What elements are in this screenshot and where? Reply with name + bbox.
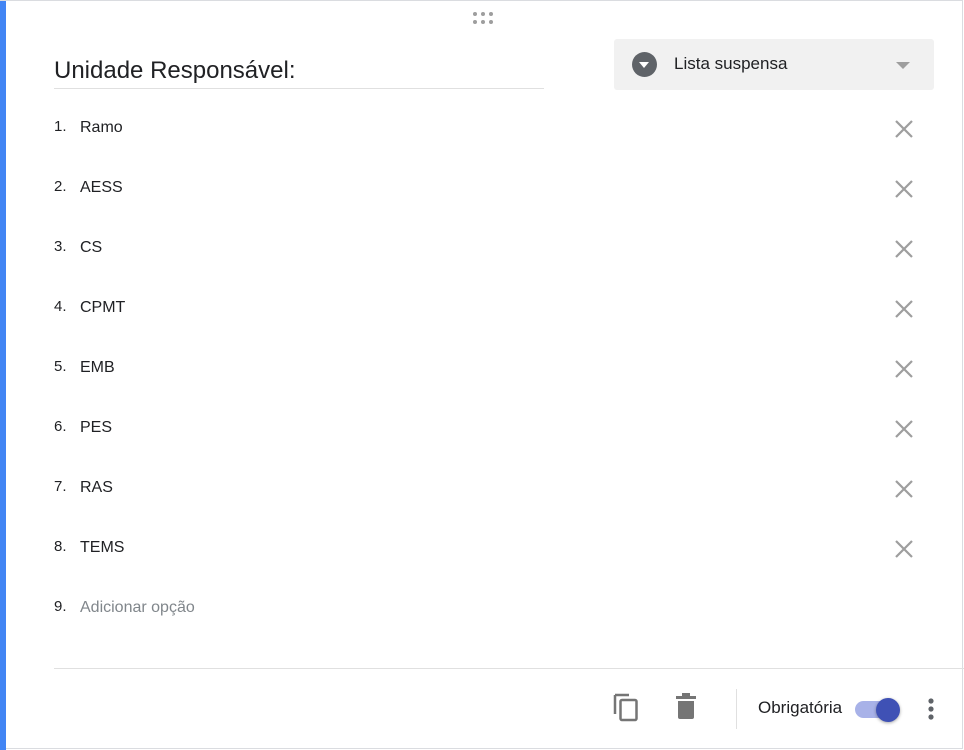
duplicate-icon[interactable] <box>612 692 640 722</box>
option-label[interactable]: CPMT <box>80 299 125 317</box>
close-icon[interactable] <box>893 538 915 560</box>
option-label[interactable]: TEMS <box>80 539 124 557</box>
question-card: Unidade Responsável: Lista suspensa 1. R… <box>0 0 964 750</box>
option-row[interactable]: 5. EMB <box>54 348 924 388</box>
close-icon[interactable] <box>893 118 915 140</box>
option-label[interactable]: Ramo <box>80 119 123 137</box>
option-number: 9. <box>54 598 67 615</box>
add-option-input[interactable]: Adicionar opção <box>80 599 195 617</box>
option-label[interactable]: RAS <box>80 479 113 497</box>
option-label[interactable]: PES <box>80 419 112 437</box>
close-icon[interactable] <box>893 418 915 440</box>
option-number: 2. <box>54 178 67 195</box>
option-row[interactable]: 7. RAS <box>54 468 924 508</box>
more-vert-icon[interactable] <box>920 695 942 723</box>
footer-separator <box>736 689 737 729</box>
question-title-input[interactable]: Unidade Responsável: <box>54 53 544 89</box>
close-icon[interactable] <box>893 358 915 380</box>
question-type-select[interactable]: Lista suspensa <box>614 39 934 90</box>
option-row[interactable]: 2. AESS <box>54 168 924 208</box>
dropdown-circle-icon <box>632 52 657 77</box>
option-number: 4. <box>54 298 67 315</box>
question-type-label: Lista suspensa <box>674 54 788 73</box>
close-icon[interactable] <box>893 178 915 200</box>
close-icon[interactable] <box>893 478 915 500</box>
option-number: 7. <box>54 478 67 495</box>
required-label: Obrigatória <box>758 698 843 717</box>
footer-divider <box>54 668 964 669</box>
option-number: 3. <box>54 238 67 255</box>
drag-handle-icon[interactable] <box>473 12 495 24</box>
option-label[interactable]: AESS <box>80 179 123 197</box>
option-number: 6. <box>54 418 67 435</box>
option-row[interactable]: 4. CPMT <box>54 288 924 328</box>
toggle-knob <box>876 698 900 722</box>
required-toggle[interactable] <box>855 698 901 722</box>
option-number: 8. <box>54 538 67 555</box>
option-number: 1. <box>54 118 67 135</box>
option-number: 5. <box>54 358 67 375</box>
option-row[interactable]: 8. TEMS <box>54 528 924 568</box>
close-icon[interactable] <box>893 298 915 320</box>
add-option-row[interactable]: 9. Adicionar opção <box>54 588 924 628</box>
option-label[interactable]: EMB <box>80 359 115 377</box>
option-row[interactable]: 6. PES <box>54 408 924 448</box>
chevron-down-icon <box>896 62 910 69</box>
option-label[interactable]: CS <box>80 239 102 257</box>
delete-icon[interactable] <box>675 693 697 720</box>
active-card-indicator <box>0 1 6 750</box>
close-icon[interactable] <box>893 238 915 260</box>
option-row[interactable]: 3. CS <box>54 228 924 268</box>
option-row[interactable]: 1. Ramo <box>54 108 924 148</box>
